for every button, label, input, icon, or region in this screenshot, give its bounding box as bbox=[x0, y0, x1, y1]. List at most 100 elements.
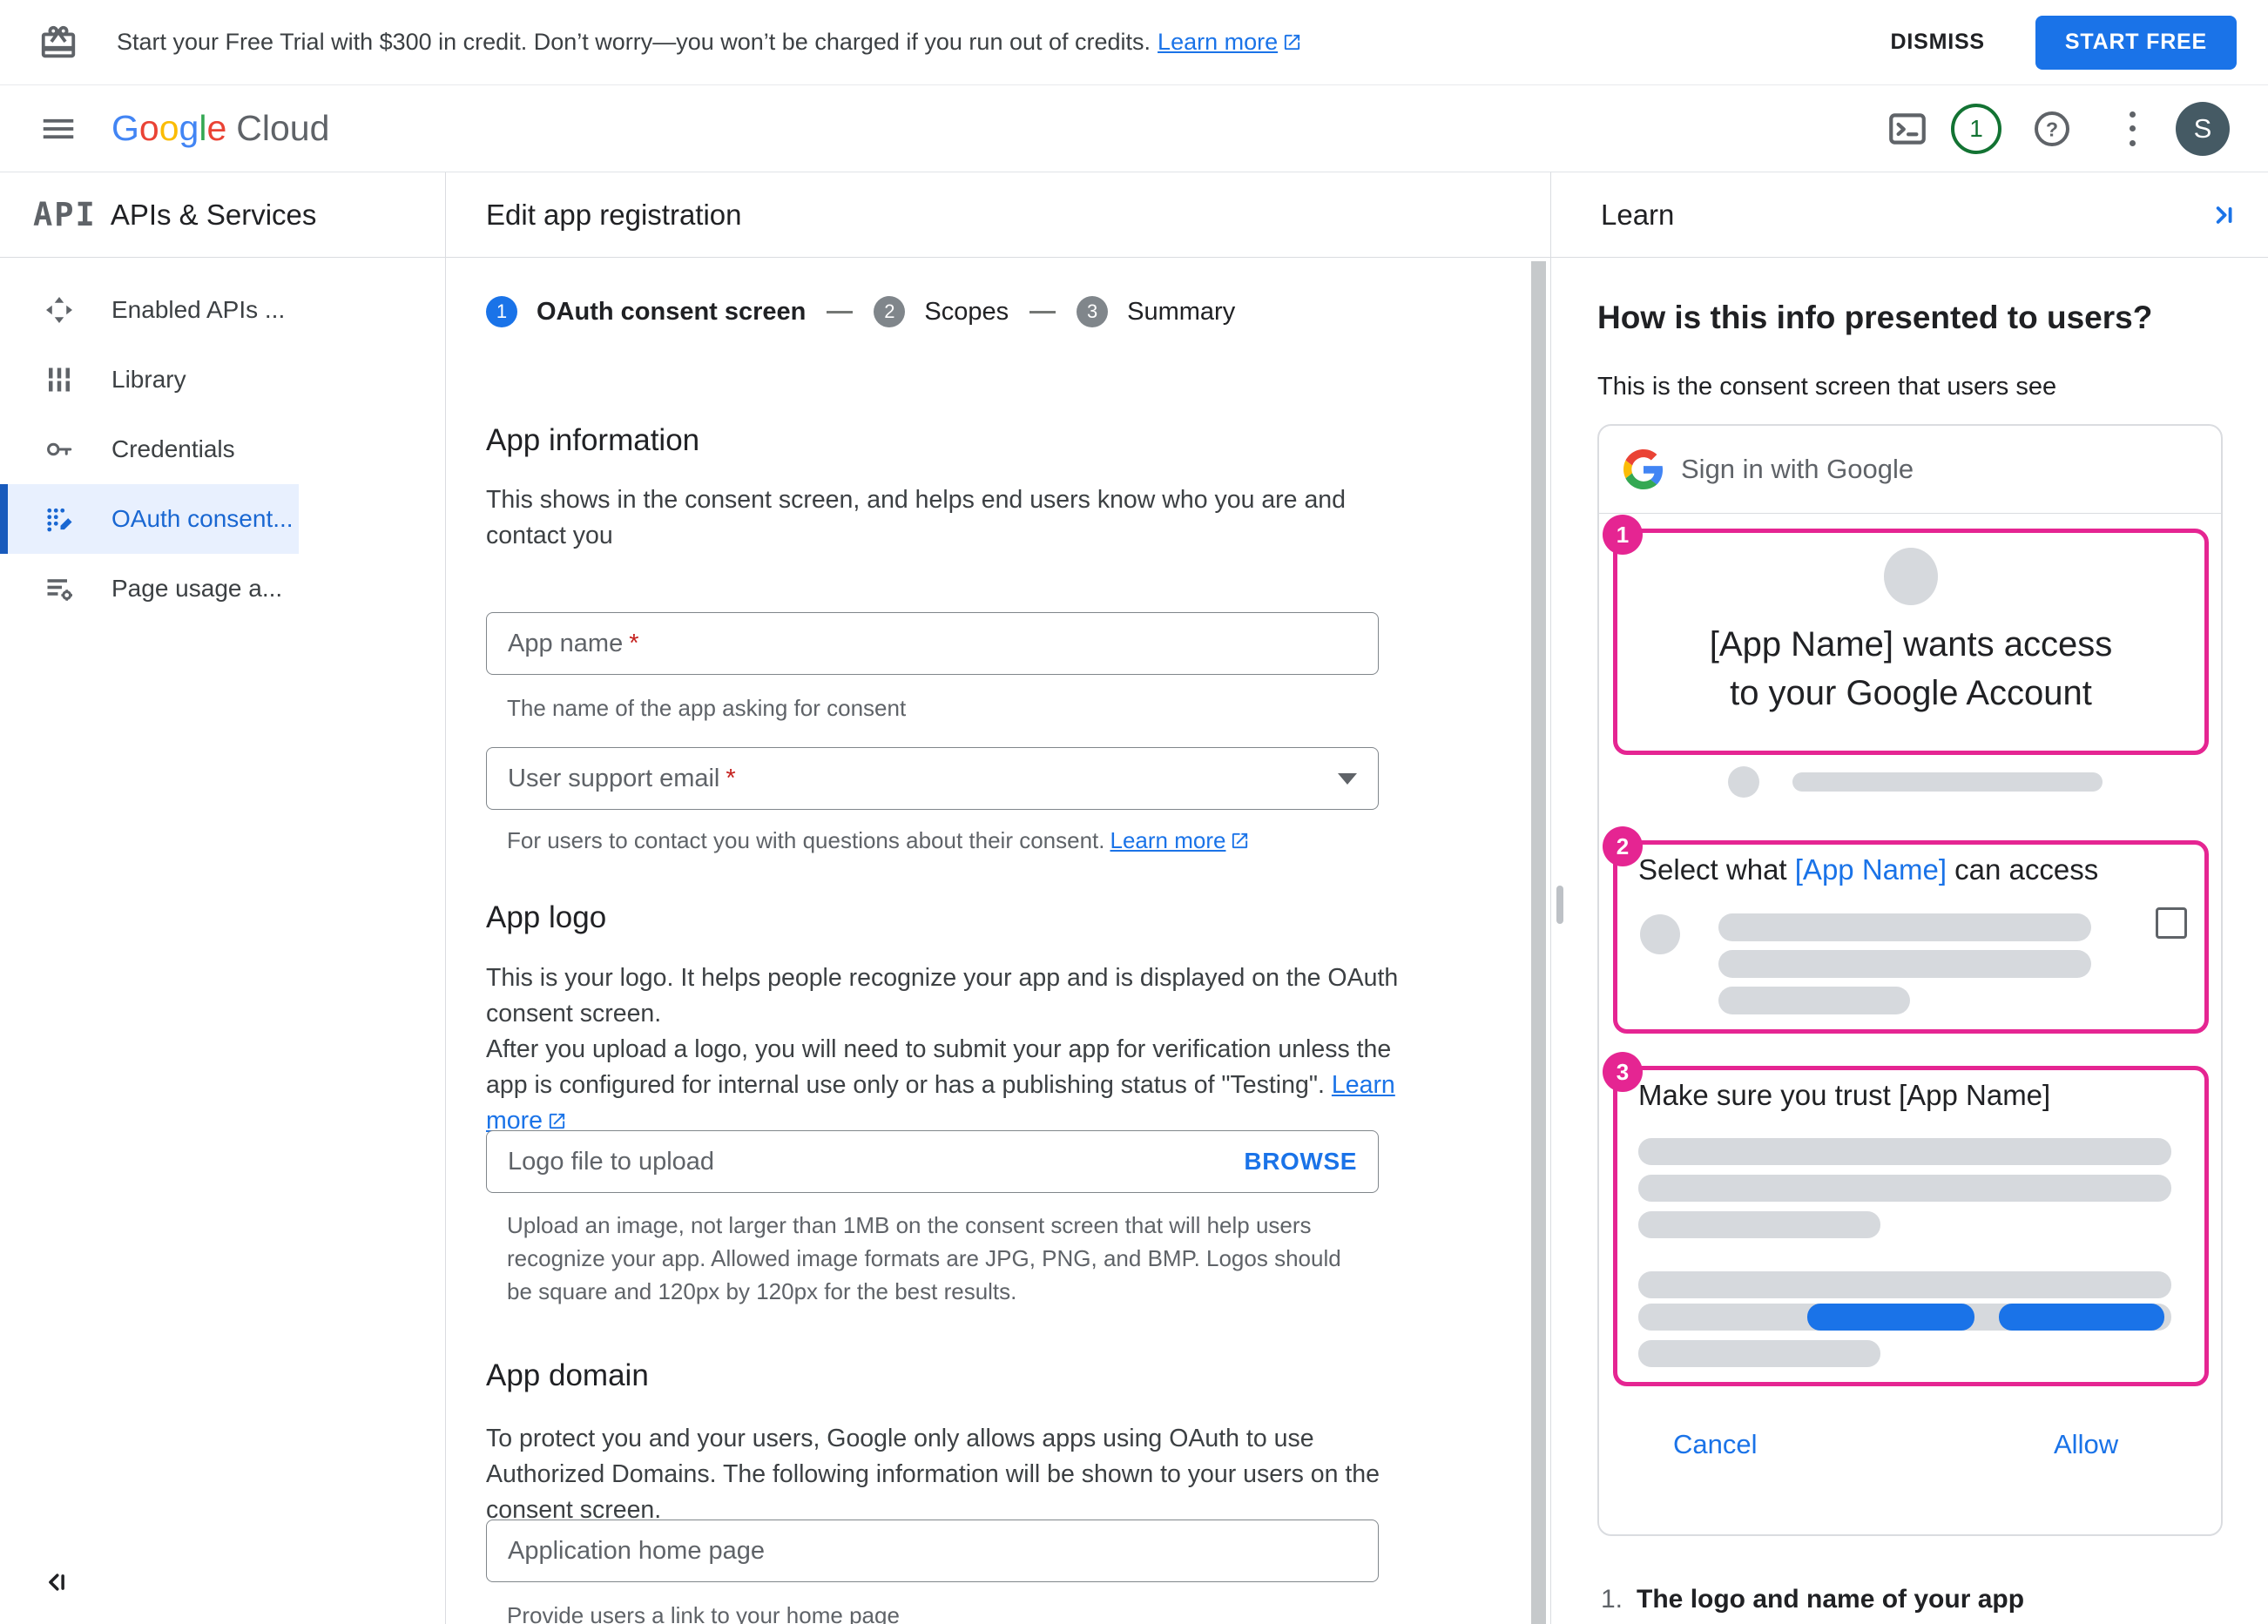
stepper: 1 OAuth consent screen 2 Scopes 3 Summar… bbox=[486, 296, 1235, 327]
dropdown-caret-icon bbox=[1338, 772, 1357, 785]
annotation-badge-1: 1 bbox=[1603, 515, 1643, 555]
app-logo-heading: App logo bbox=[486, 900, 607, 934]
banner-text: Start your Free Trial with $300 in credi… bbox=[117, 29, 1302, 56]
banner-actions: DISMISS START FREE bbox=[1865, 14, 2237, 71]
external-link-icon bbox=[1285, 34, 1300, 51]
account-placeholder bbox=[1728, 766, 1759, 798]
home-page-helper: Provide users a link to your home page bbox=[507, 1602, 900, 1624]
svg-text:?: ? bbox=[2046, 118, 2058, 140]
user-support-email-select[interactable]: User support email * bbox=[486, 747, 1379, 810]
browse-button[interactable]: BROWSE bbox=[1244, 1148, 1357, 1176]
panel-resize-handle[interactable] bbox=[1556, 886, 1563, 924]
annotation-box-scopes: Select what [App Name] can access bbox=[1613, 840, 2209, 1034]
sidebar-item-oauth-consent[interactable]: OAuth consent... bbox=[0, 484, 299, 554]
learn-subheading: This is the consent screen that users se… bbox=[1597, 373, 2057, 401]
footnote-number: 1. bbox=[1601, 1585, 1623, 1614]
preview-allow-button: Allow bbox=[2054, 1429, 2119, 1459]
sidebar-item-page-usage[interactable]: Page usage a... bbox=[0, 554, 446, 623]
logo-upload-field[interactable]: Logo file to upload BROWSE bbox=[486, 1130, 1379, 1193]
learn-header: Learn bbox=[1551, 172, 2268, 258]
collapse-sidebar-icon[interactable] bbox=[40, 1566, 73, 1599]
app-header: Google Cloud Logto SSO Demo Search 1 ? S bbox=[0, 85, 2268, 245]
required-asterisk: * bbox=[726, 764, 736, 792]
app-domain-description: To protect you and your users, Google on… bbox=[486, 1425, 1380, 1524]
learn-heading: How is this info presented to users? bbox=[1597, 300, 2153, 335]
logo-upload-label: Logo file to upload bbox=[508, 1147, 715, 1176]
app-logo-description: This is your logo. It helps people recog… bbox=[486, 964, 1399, 1135]
main-header: Edit app registration bbox=[446, 172, 1550, 258]
api-product-logo: API bbox=[33, 196, 97, 233]
placeholder-bar bbox=[1638, 1271, 2171, 1298]
step-number: 2 bbox=[874, 296, 906, 327]
placeholder-bar bbox=[1718, 987, 1910, 1014]
sidebar-item-label: Credentials bbox=[111, 435, 235, 462]
notifications-badge[interactable]: 1 bbox=[1951, 103, 2001, 154]
annotation-badge-2: 2 bbox=[1603, 826, 1643, 866]
placeholder-bar bbox=[1638, 1304, 2171, 1331]
banner-learn-more-link[interactable]: Learn more bbox=[1158, 29, 1278, 55]
library-icon bbox=[49, 367, 70, 392]
scope-icon-placeholder bbox=[1640, 914, 1680, 954]
more-options-icon[interactable] bbox=[2129, 111, 2136, 146]
step-label: OAuth consent screen bbox=[537, 297, 807, 326]
page-usage-icon bbox=[47, 579, 72, 601]
logo-upload-helper: Upload an image, not larger than 1MB on … bbox=[507, 1212, 1341, 1304]
step-divider bbox=[827, 310, 854, 313]
sidebar-item-label: OAuth consent... bbox=[111, 505, 294, 532]
step-number: 3 bbox=[1077, 296, 1109, 327]
app-information-heading: App information bbox=[486, 423, 700, 457]
scopes-heading: Select what [App Name] can access bbox=[1638, 853, 2099, 886]
step-number: 1 bbox=[486, 296, 517, 327]
sign-in-with-google-label: Sign in with Google bbox=[1681, 454, 1914, 484]
app-name-field[interactable]: App name * bbox=[486, 612, 1379, 675]
help-icon[interactable]: ? bbox=[2031, 108, 2073, 150]
start-free-button[interactable]: START FREE bbox=[2035, 15, 2237, 70]
annotation-box-trust: Make sure you trust [App Name] bbox=[1613, 1066, 2209, 1386]
sidebar-item-label: Library bbox=[111, 366, 186, 393]
annotation-badge-3: 3 bbox=[1603, 1052, 1643, 1092]
google-logo-cloud: Cloud bbox=[236, 108, 330, 148]
sidebar-item-library[interactable]: Library bbox=[0, 345, 446, 414]
sidebar-item-enabled-apis[interactable]: Enabled APIs ... bbox=[0, 275, 446, 345]
app-information-description: This shows in the consent screen, and he… bbox=[486, 486, 1346, 549]
sidebar-item-credentials[interactable]: Credentials bbox=[0, 414, 446, 484]
home-page-label: Application home page bbox=[508, 1536, 766, 1565]
collapse-learn-panel-icon[interactable] bbox=[2207, 199, 2240, 232]
sidebar-header: API APIs & Services bbox=[0, 172, 445, 258]
avatar-letter: S bbox=[2193, 112, 2212, 144]
email-placeholder-bar bbox=[1792, 772, 2103, 792]
required-asterisk: * bbox=[629, 629, 639, 657]
application-home-page-field[interactable]: Application home page bbox=[486, 1520, 1379, 1582]
placeholder-bar bbox=[1718, 913, 2091, 941]
cloud-shell-icon[interactable] bbox=[1886, 107, 1929, 151]
annotation-box-app-identity: [App Name] wants access to your Google A… bbox=[1613, 529, 2209, 755]
footnote: 1. The logo and name of your app bbox=[1601, 1585, 2024, 1614]
sidebar-title: APIs & Services bbox=[110, 198, 317, 231]
step-label: Summary bbox=[1127, 297, 1236, 326]
sidebar: API APIs & Services Enabled APIs ... Lib… bbox=[0, 172, 446, 1624]
consent-screen-preview: Sign in with Google 1 [App Name] wants a… bbox=[1597, 424, 2223, 1536]
external-link-icon bbox=[549, 1113, 565, 1129]
main-panel: Edit app registration 1 OAuth consent sc… bbox=[446, 172, 1550, 1624]
credentials-icon bbox=[47, 442, 72, 456]
step-label: Scopes bbox=[924, 297, 1009, 326]
footnote-text: The logo and name of your app bbox=[1637, 1585, 2025, 1614]
email-helper: For users to contact you with questions … bbox=[507, 824, 1250, 857]
placeholder-bar bbox=[1638, 1138, 2171, 1165]
main-scrollbar[interactable] bbox=[1531, 261, 1546, 1624]
app-logo-placeholder bbox=[1884, 548, 1938, 605]
placeholder-bar bbox=[1638, 1211, 1880, 1238]
email-learn-more-link[interactable]: Learn more bbox=[1110, 827, 1226, 853]
step-oauth-consent-screen[interactable]: 1 OAuth consent screen bbox=[486, 296, 806, 327]
account-avatar[interactable]: S bbox=[2176, 101, 2230, 156]
google-cloud-console: Start your Free Trial with $300 in credi… bbox=[0, 0, 2268, 1624]
trust-heading: Make sure you trust [App Name] bbox=[1638, 1079, 2051, 1111]
menu-icon[interactable] bbox=[38, 109, 78, 149]
dismiss-button[interactable]: DISMISS bbox=[1865, 14, 2011, 71]
step-scopes[interactable]: 2 Scopes bbox=[874, 296, 1009, 327]
oauth-consent-icon bbox=[47, 508, 72, 532]
google-cloud-logo[interactable]: Google Cloud bbox=[111, 85, 329, 172]
preview-cancel-button: Cancel bbox=[1673, 1429, 1758, 1459]
email-label: User support email bbox=[508, 764, 720, 792]
step-summary[interactable]: 3 Summary bbox=[1077, 296, 1235, 327]
